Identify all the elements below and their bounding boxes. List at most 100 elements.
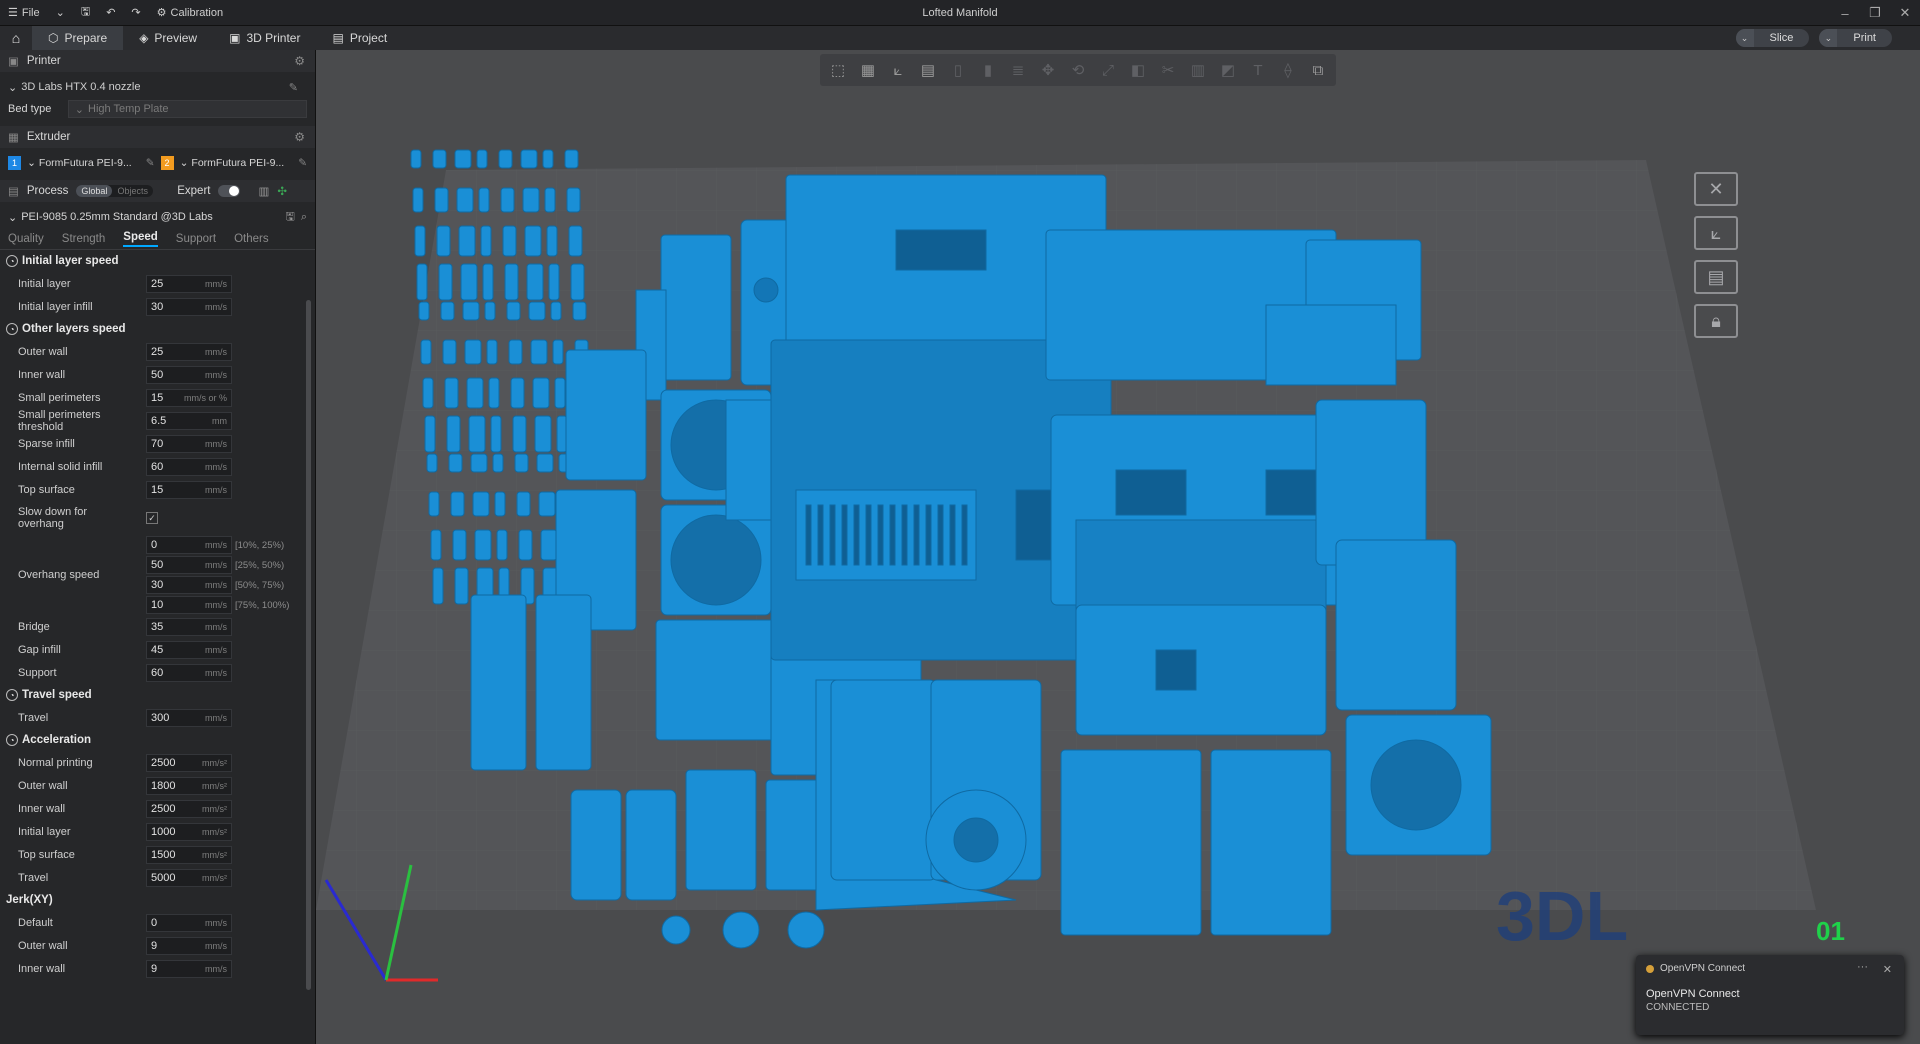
subtab-speed[interactable]: Speed bbox=[123, 231, 158, 247]
bed-type-select[interactable]: ⌄ High Temp Plate bbox=[67, 100, 307, 118]
home-button[interactable]: ⌂ bbox=[0, 26, 32, 50]
small-part[interactable] bbox=[500, 187, 515, 213]
small-part[interactable] bbox=[522, 187, 540, 213]
small-part[interactable] bbox=[428, 491, 440, 517]
orient-icon[interactable]: ⟀ bbox=[884, 57, 912, 83]
small-part[interactable] bbox=[572, 301, 587, 321]
save-icon[interactable]: 🖫 bbox=[285, 208, 294, 227]
small-part[interactable] bbox=[432, 567, 444, 605]
layers-icon[interactable]: ≣ bbox=[1004, 57, 1032, 83]
small-part[interactable] bbox=[486, 339, 498, 365]
auto-orient-icon[interactable]: ⟀ bbox=[1694, 216, 1738, 250]
arrange-plate-icon[interactable]: ▤ bbox=[1694, 260, 1738, 294]
field-input[interactable]: 70 mm/s bbox=[146, 434, 232, 453]
global-option[interactable]: Global bbox=[76, 185, 113, 197]
split-parts-icon[interactable]: ▮ bbox=[974, 57, 1002, 83]
openvpn-notification[interactable]: OpenVPN Connect ··· ✕ OpenVPN Connect CO… bbox=[1636, 955, 1904, 1035]
3d-viewport[interactable]: 3DL 01 ⬚ ▦ ⟀ ▤ ▯ ▮ ≣ ✥ ⟲ ⤢ ◧ ✂ ▥ ◩ T ⟠ ⧉… bbox=[316, 50, 1920, 1044]
small-part[interactable] bbox=[460, 263, 478, 301]
field-input[interactable]: 6.5 mm bbox=[146, 411, 232, 430]
small-part[interactable] bbox=[494, 491, 506, 517]
assembly-view-icon[interactable]: ⧉ bbox=[1304, 57, 1332, 83]
printer-preset-select[interactable]: ⌄ 3D Labs HTX 0.4 nozzle ✎ bbox=[8, 78, 298, 96]
small-part[interactable] bbox=[568, 225, 583, 257]
small-part[interactable] bbox=[454, 567, 469, 605]
small-part[interactable] bbox=[530, 339, 548, 365]
small-part[interactable] bbox=[488, 377, 500, 409]
field-input[interactable]: 60 mm/s bbox=[146, 457, 232, 476]
field-input[interactable]: 60 mm/s bbox=[146, 663, 232, 682]
subtab-support[interactable]: Support bbox=[176, 233, 216, 245]
cut-icon[interactable]: ✂ bbox=[1154, 57, 1182, 83]
more-options-icon[interactable]: ··· bbox=[1857, 961, 1868, 973]
slowdown-checkbox[interactable]: ✓ bbox=[146, 512, 158, 524]
small-part[interactable] bbox=[524, 225, 542, 257]
small-part[interactable] bbox=[474, 529, 492, 561]
small-part[interactable] bbox=[566, 187, 581, 213]
subtab-others[interactable]: Others bbox=[234, 233, 269, 245]
small-part[interactable] bbox=[454, 149, 472, 169]
seam-paint-icon[interactable]: ◩ bbox=[1214, 57, 1242, 83]
filament-select[interactable]: ⌄ FormFutura PEI-9... ✎ bbox=[180, 157, 307, 169]
small-part[interactable] bbox=[450, 491, 465, 517]
small-part[interactable] bbox=[442, 339, 457, 365]
field-input[interactable]: 0 mm/s bbox=[146, 536, 232, 554]
field-input[interactable]: 9 mm/s bbox=[146, 959, 232, 978]
small-part[interactable] bbox=[528, 301, 546, 321]
field-input[interactable]: 35 mm/s bbox=[146, 617, 232, 636]
small-part[interactable] bbox=[426, 453, 438, 473]
small-part[interactable] bbox=[420, 339, 432, 365]
field-input[interactable]: 25 mm/s bbox=[146, 274, 232, 293]
gear-icon[interactable]: ⚙ bbox=[294, 54, 305, 68]
sidebar-scrollbar[interactable] bbox=[306, 300, 311, 990]
small-part[interactable] bbox=[512, 415, 527, 453]
small-part[interactable] bbox=[410, 149, 422, 169]
filament-select[interactable]: ⌄ FormFutura PEI-9... ✎ bbox=[27, 157, 154, 169]
small-part[interactable] bbox=[552, 339, 564, 365]
small-part[interactable] bbox=[548, 263, 560, 301]
calibration-menu[interactable]: ⚙ Calibration bbox=[149, 0, 231, 26]
small-part[interactable] bbox=[472, 491, 490, 517]
move-icon[interactable]: ✥ bbox=[1034, 57, 1062, 83]
small-part[interactable] bbox=[440, 301, 455, 321]
small-part[interactable] bbox=[466, 377, 484, 409]
arrange-icon[interactable]: ▤ bbox=[914, 57, 942, 83]
compare-icon[interactable]: ▥ bbox=[258, 184, 269, 198]
small-part[interactable] bbox=[468, 415, 486, 453]
small-part[interactable] bbox=[462, 301, 480, 321]
gear-icon[interactable]: ⚙ bbox=[294, 130, 305, 144]
expert-toggle[interactable] bbox=[218, 185, 241, 197]
small-part[interactable] bbox=[432, 149, 447, 169]
close-window-button[interactable]: ✕ bbox=[1890, 0, 1920, 26]
small-part[interactable] bbox=[476, 149, 488, 169]
filament-color-chip[interactable]: 2 bbox=[160, 156, 174, 170]
field-input[interactable]: 9 mm/s bbox=[146, 936, 232, 955]
save-button[interactable]: 🖫 bbox=[73, 0, 98, 26]
print-button[interactable]: ⌄ Print bbox=[1819, 29, 1892, 47]
scale-icon[interactable]: ⤢ bbox=[1094, 57, 1122, 83]
small-part[interactable] bbox=[478, 187, 490, 213]
small-part[interactable] bbox=[414, 225, 426, 257]
small-part[interactable] bbox=[538, 491, 556, 517]
field-input[interactable]: 15 mm/s or % bbox=[146, 388, 232, 407]
support-paint-icon[interactable]: ▥ bbox=[1184, 57, 1212, 83]
small-part[interactable] bbox=[570, 263, 585, 301]
edit-icon[interactable]: ✎ bbox=[298, 157, 307, 169]
field-input[interactable]: 300 mm/s bbox=[146, 708, 232, 727]
field-input[interactable]: 50 mm/s bbox=[146, 556, 232, 574]
field-input[interactable]: 50 mm/s bbox=[146, 365, 232, 384]
close-icon[interactable]: ✕ bbox=[1694, 172, 1738, 206]
small-part[interactable] bbox=[458, 225, 476, 257]
lay-on-face-icon[interactable]: ◧ bbox=[1124, 57, 1152, 83]
add-plate-icon[interactable]: ▦ bbox=[854, 57, 882, 83]
small-part[interactable] bbox=[506, 301, 521, 321]
small-part[interactable] bbox=[534, 415, 552, 453]
small-part[interactable] bbox=[412, 187, 424, 213]
small-part[interactable] bbox=[550, 301, 562, 321]
minimize-button[interactable]: – bbox=[1830, 0, 1860, 26]
small-part[interactable] bbox=[542, 149, 554, 169]
small-part[interactable] bbox=[516, 491, 531, 517]
restore-button[interactable]: ❐ bbox=[1860, 0, 1890, 26]
tab-3d-printer[interactable]: ▣ 3D Printer bbox=[213, 26, 316, 50]
small-part[interactable] bbox=[422, 377, 434, 409]
